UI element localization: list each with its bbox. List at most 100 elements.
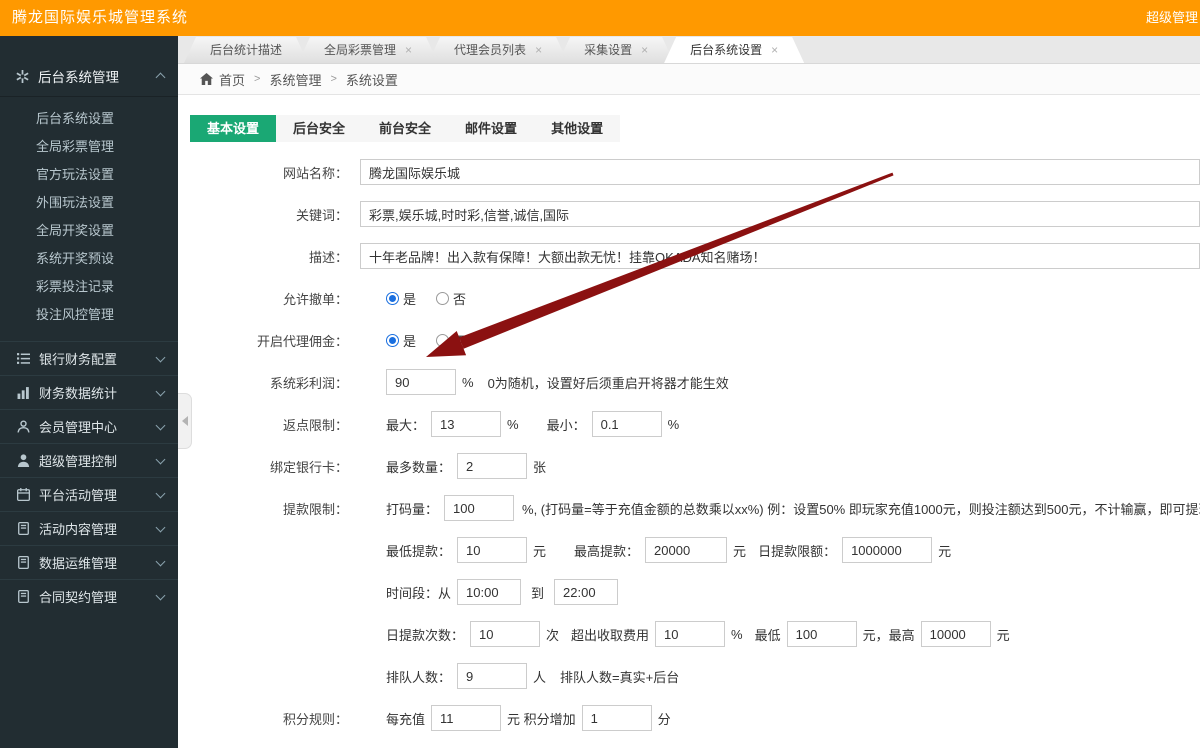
system-profit-hint: 0为随机，设置好后须重启开将器才能生效: [487, 375, 729, 391]
site-name-label: 网站名称：: [282, 165, 348, 181]
fee-mid-label: 元，最高: [862, 627, 915, 643]
radio-unselected-icon: [436, 333, 450, 347]
book-icon: [16, 590, 30, 603]
tab-backend-stats[interactable]: 后台统计描述: [184, 37, 308, 63]
close-icon[interactable]: ×: [641, 43, 648, 57]
allow-cancel-no-radio[interactable]: 否: [436, 289, 466, 308]
radio-selected-icon: [386, 291, 399, 305]
points-add-input[interactable]: [581, 705, 652, 731]
settings-tab-mail[interactable]: 邮件设置: [448, 115, 534, 142]
unit-yuan: 元: [533, 543, 547, 559]
allow-cancel-yes-radio[interactable]: 是: [386, 289, 416, 308]
unit-zhang: 张: [533, 459, 547, 475]
app-title: 腾龙国际娱乐城管理系统: [12, 9, 189, 26]
sidebar-group-super-admin[interactable]: 超级管理控制: [0, 443, 178, 477]
site-name-row: 网站名称：: [178, 158, 1200, 186]
tab-backend-system-settings[interactable]: 后台系统设置 ×: [664, 37, 804, 63]
sidebar-item-backend-settings[interactable]: 后台系统设置: [0, 105, 178, 133]
daily-times-label: 日提款次数：: [386, 627, 465, 643]
tab-global-lottery[interactable]: 全局彩票管理 ×: [298, 37, 438, 63]
unit-ren: 人: [533, 669, 547, 685]
system-profit-input[interactable]: [386, 369, 456, 395]
time-from-input[interactable]: [457, 579, 522, 605]
chevron-down-icon: [155, 454, 166, 464]
points-pre-label: 每充值: [386, 711, 426, 727]
sidebar-group-finance-stats[interactable]: 财务数据统计: [0, 375, 178, 409]
dama-input[interactable]: [444, 495, 515, 521]
chevron-down-icon: [155, 352, 166, 362]
radio-label: 否: [453, 291, 467, 307]
queue-input[interactable]: [457, 663, 528, 689]
sidebar-group-backend-system[interactable]: 后台系统管理: [0, 56, 178, 97]
breadcrumb-system-management[interactable]: 系统管理: [269, 70, 321, 89]
description-row: 描述：: [178, 242, 1200, 270]
basic-settings-form: 网站名称： 关键词： 描述： 允许撤单： 是 否 开启代理佣金： 是 否: [178, 158, 1200, 732]
close-icon[interactable]: ×: [535, 43, 542, 57]
sidebar-group-label: 活动内容管理: [39, 522, 118, 537]
description-input[interactable]: [360, 243, 1200, 269]
min-withdraw-input[interactable]: [457, 537, 528, 563]
sidebar-collapse-handle[interactable]: [178, 393, 192, 449]
bank-card-label: 绑定银行卡：: [269, 459, 348, 475]
excess-fee-input[interactable]: [655, 621, 726, 647]
daily-limit-label: 日提款限额：: [758, 543, 837, 559]
close-icon[interactable]: ×: [405, 43, 412, 57]
sidebar-item-peripheral-play[interactable]: 外围玩法设置: [0, 189, 178, 217]
unit-ci: 次: [546, 627, 560, 643]
sidebar-group-member-center[interactable]: 会员管理中心: [0, 409, 178, 443]
rebate-max-input[interactable]: [431, 411, 502, 437]
keywords-input[interactable]: [360, 201, 1200, 227]
settings-tab-basic[interactable]: 基本设置: [190, 115, 277, 142]
sidebar-group-activity-content[interactable]: 活动内容管理: [0, 511, 178, 545]
sidebar-item-global-lottery[interactable]: 全局彩票管理: [0, 133, 178, 161]
close-icon[interactable]: ×: [771, 43, 778, 57]
site-name-input[interactable]: [360, 159, 1200, 185]
daily-limit-input[interactable]: [842, 537, 933, 563]
bar-chart-icon: [16, 386, 30, 399]
settings-tab-other[interactable]: 其他设置: [534, 115, 620, 142]
max-withdraw-input[interactable]: [645, 537, 728, 563]
sidebar-group-contract[interactable]: 合同契约管理: [0, 579, 178, 613]
sidebar-item-official-play[interactable]: 官方玩法设置: [0, 161, 178, 189]
sidebar-item-risk-control[interactable]: 投注风控管理: [0, 301, 178, 329]
time-to-input[interactable]: [554, 579, 619, 605]
list-icon: [16, 352, 30, 365]
settings-tab-frontend-security[interactable]: 前台安全: [362, 115, 448, 142]
sidebar-group-label: 超级管理控制: [39, 454, 118, 469]
agent-commission-no-radio[interactable]: 否: [436, 331, 466, 350]
queue-row: 排队人数： 人 排队人数=真实+后台: [178, 662, 1200, 690]
daily-times-input[interactable]: [470, 621, 541, 647]
sidebar-item-bet-records[interactable]: 彩票投注记录: [0, 273, 178, 301]
tab-collect-settings[interactable]: 采集设置 ×: [558, 37, 674, 63]
rebate-max-label: 最大：: [386, 417, 426, 433]
chevron-down-icon: [155, 556, 166, 566]
agent-commission-yes-radio[interactable]: 是: [386, 331, 416, 350]
user-menu[interactable]: 超级管理: [1146, 0, 1200, 36]
tab-label: 后台系统设置: [690, 43, 763, 57]
sidebar-group-label: 平台活动管理: [39, 488, 118, 503]
main-content: 基本设置 后台安全 前台安全 邮件设置 其他设置 网站名称： 关键词： 描述： …: [178, 95, 1200, 748]
settings-tab-backend-security[interactable]: 后台安全: [276, 115, 362, 142]
bank-card-qty-input[interactable]: [457, 453, 528, 479]
keywords-label: 关键词：: [295, 207, 348, 223]
rebate-min-input[interactable]: [591, 411, 662, 437]
breadcrumb-home[interactable]: 首页: [219, 70, 245, 89]
time-range-row: 时间段：从 到: [178, 578, 1200, 606]
bank-card-row: 绑定银行卡： 最多数量： 张: [178, 452, 1200, 480]
sidebar-group-data-ops[interactable]: 数据运维管理: [0, 545, 178, 579]
fee-max-input[interactable]: [920, 621, 991, 647]
points-recharge-input[interactable]: [431, 705, 502, 731]
tab-agent-members[interactable]: 代理会员列表 ×: [428, 37, 568, 63]
fee-min-input[interactable]: [786, 621, 857, 647]
admin-user-icon: [16, 454, 30, 467]
chevron-down-icon: [155, 420, 166, 430]
sidebar-item-global-draw[interactable]: 全局开奖设置: [0, 217, 178, 245]
calendar-icon: [16, 488, 30, 501]
sidebar-group-bank-finance[interactable]: 银行财务配置: [0, 341, 178, 375]
tab-label: 代理会员列表: [454, 43, 527, 57]
breadcrumb-system-settings[interactable]: 系统设置: [346, 70, 398, 89]
points-rule-label: 积分规则：: [282, 711, 348, 727]
sidebar-group-platform-activity[interactable]: 平台活动管理: [0, 477, 178, 511]
dama-hint: %, (打码量=等于充值金额的总数乘以xx%) 例：设置50% 即玩家充值100…: [522, 501, 1200, 517]
sidebar-item-draw-preset[interactable]: 系统开奖预设: [0, 245, 178, 273]
